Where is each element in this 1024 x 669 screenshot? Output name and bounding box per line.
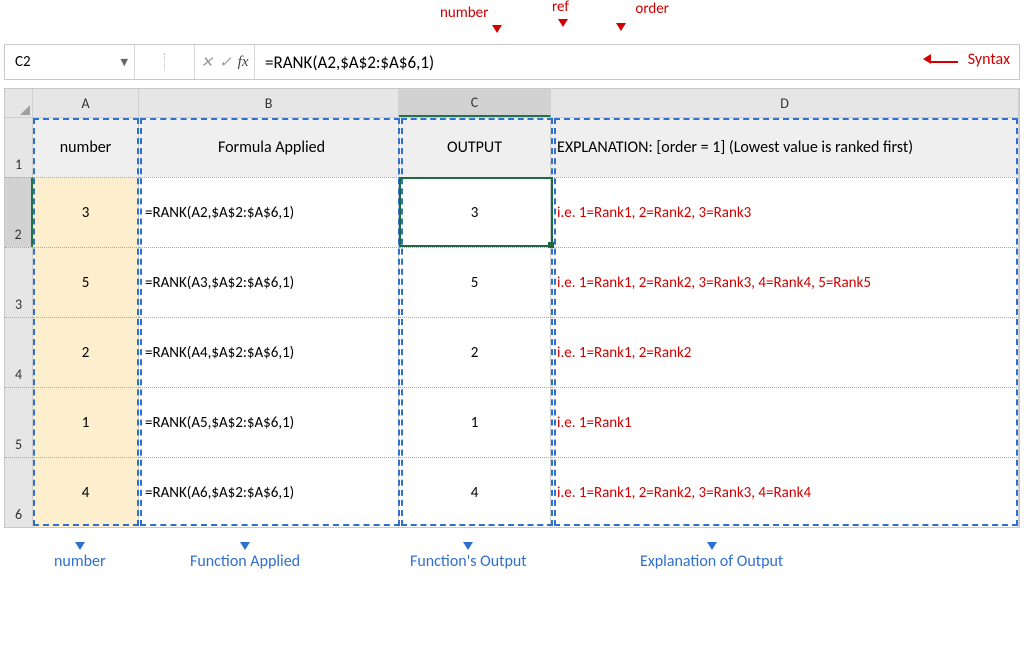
arrow-down-icon	[54, 536, 106, 552]
cell-output[interactable]: 5	[399, 247, 551, 317]
row-header-6[interactable]: 6	[5, 457, 33, 527]
cell-output[interactable]: 2	[399, 317, 551, 387]
table-row: 3 5 =RANK(A3,$A$2:$A$6,1) 5 i.e. 1=Rank1…	[5, 247, 1019, 317]
formula-actions: ✕ ✓ fx	[195, 45, 255, 79]
annotation-order-label: order	[635, 0, 669, 18]
table-row: 2 3 =RANK(A2,$A$2:$A$6,1) 3 i.e. 1=Rank1…	[5, 177, 1019, 247]
annotation-col-func: Function Applied	[190, 536, 300, 571]
row-header-4[interactable]: 4	[5, 317, 33, 387]
row-header-5[interactable]: 5	[5, 387, 33, 457]
cell-number[interactable]: 4	[33, 457, 139, 527]
row-header-1[interactable]: 1	[5, 117, 33, 177]
chevron-down-icon[interactable]: ▾	[120, 53, 128, 72]
formula-input[interactable]: =RANK(A2,$A$2:$A$6,1)	[255, 45, 1019, 79]
cell-number[interactable]: 2	[33, 317, 139, 387]
select-all-corner[interactable]	[5, 89, 33, 117]
cell-formula[interactable]: =RANK(A3,$A$2:$A$6,1)	[139, 247, 399, 317]
cell-formula[interactable]: =RANK(A6,$A$2:$A$6,1)	[139, 457, 399, 527]
annotation-col-number-label: number	[54, 552, 106, 571]
cell-formula[interactable]: =RANK(A2,$A$2:$A$6,1)	[139, 177, 399, 247]
annotation-col-exp-label: Explanation of Output	[640, 552, 783, 571]
table-row: 6 4 =RANK(A6,$A$2:$A$6,1) 4 i.e. 1=Rank1…	[5, 457, 1019, 527]
col-header-b[interactable]: B	[139, 89, 399, 117]
cell-formula[interactable]: =RANK(A5,$A$2:$A$6,1)	[139, 387, 399, 457]
cell-number[interactable]: 1	[33, 387, 139, 457]
formula-text: =RANK(A2,$A$2:$A$6,1)	[265, 52, 434, 73]
select-all-icon	[20, 105, 30, 115]
cell-output[interactable]: 3	[399, 177, 551, 247]
row-header-3[interactable]: 3	[5, 247, 33, 317]
cell-explanation[interactable]: i.e. 1=Rank1, 2=Rank2	[551, 317, 1019, 387]
header-output[interactable]: OUTPUT	[399, 117, 551, 177]
cell-explanation[interactable]: i.e. 1=Rank1, 2=Rank2, 3=Rank3	[551, 177, 1019, 247]
cell-formula[interactable]: =RANK(A4,$A$2:$A$6,1)	[139, 317, 399, 387]
arrow-down-icon	[492, 20, 502, 38]
spreadsheet: A B C D 1 number Formula Applied OUTPUT …	[4, 88, 1020, 528]
cancel-icon[interactable]: ✕	[201, 53, 214, 72]
table-row: 4 2 =RANK(A4,$A$2:$A$6,1) 2 i.e. 1=Rank1…	[5, 317, 1019, 387]
annotation-ref: ref	[552, 0, 569, 32]
header-explanation[interactable]: EXPLANATION: [order = 1] (Lowest value i…	[551, 117, 1019, 177]
arrow-down-icon	[616, 18, 626, 36]
formula-bar: C2 ▾ ✕ ✓ fx =RANK(A2,$A$2:$A$6,1)	[4, 44, 1020, 80]
arrow-down-icon	[190, 536, 300, 552]
formula-controls	[135, 45, 195, 79]
name-box-value: C2	[15, 53, 31, 71]
header-row: 1 number Formula Applied OUTPUT EXPLANAT…	[5, 117, 1019, 177]
table-row: 5 1 =RANK(A5,$A$2:$A$6,1) 1 i.e. 1=Rank1	[5, 387, 1019, 457]
arrow-down-icon	[640, 536, 783, 552]
annotation-syntax: Syntax	[930, 50, 1010, 69]
row-header-2[interactable]: 2	[5, 177, 33, 247]
cell-explanation[interactable]: i.e. 1=Rank1, 2=Rank2, 3=Rank3, 4=Rank4,…	[551, 247, 1019, 317]
annotation-col-number: number	[54, 536, 106, 571]
cell-explanation[interactable]: i.e. 1=Rank1, 2=Rank2, 3=Rank3, 4=Rank4	[551, 457, 1019, 527]
annotation-number: number	[440, 4, 502, 38]
cell-number[interactable]: 5	[33, 247, 139, 317]
column-header-row: A B C D	[5, 89, 1019, 117]
cell-output[interactable]: 4	[399, 457, 551, 527]
col-header-c[interactable]: C	[399, 89, 551, 117]
arrow-down-icon	[558, 14, 569, 32]
name-box[interactable]: C2 ▾	[5, 45, 135, 79]
annotation-syntax-label: Syntax	[968, 50, 1010, 69]
annotation-col-exp: Explanation of Output	[640, 536, 783, 571]
cell-number[interactable]: 3	[33, 177, 139, 247]
cell-output[interactable]: 1	[399, 387, 551, 457]
confirm-icon[interactable]: ✓	[219, 53, 232, 72]
divider	[164, 53, 165, 71]
annotation-col-func-label: Function Applied	[190, 552, 300, 571]
cell-explanation[interactable]: i.e. 1=Rank1	[551, 387, 1019, 457]
arrow-left-icon	[930, 50, 958, 69]
annotation-col-out-label: Function's Output	[410, 552, 527, 571]
header-formula[interactable]: Formula Applied	[139, 117, 399, 177]
arrow-down-icon	[410, 536, 527, 552]
col-header-d[interactable]: D	[551, 89, 1019, 117]
header-number[interactable]: number	[33, 117, 139, 177]
annotation-order: order	[618, 4, 669, 22]
annotation-col-out: Function's Output	[410, 536, 527, 571]
col-header-a[interactable]: A	[33, 89, 139, 117]
fx-icon[interactable]: fx	[238, 54, 249, 71]
